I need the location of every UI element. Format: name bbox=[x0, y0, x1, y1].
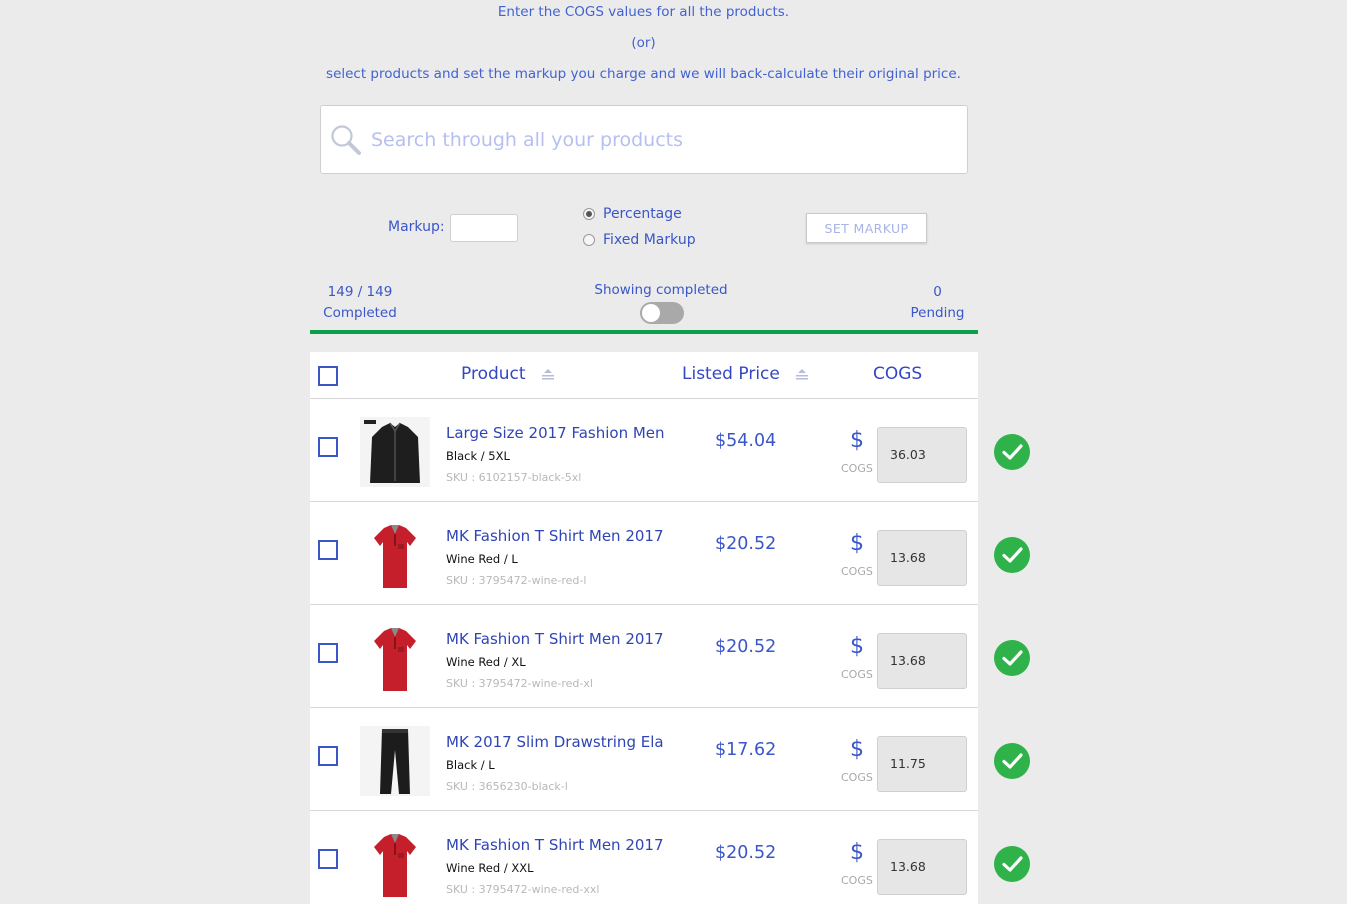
product-image-polo[interactable] bbox=[360, 829, 430, 899]
intro-line-3: select products and set the markup you c… bbox=[326, 66, 961, 82]
check-circle-icon bbox=[994, 434, 1030, 470]
table-row: Large Size 2017 Fashion Men Black / 5XL … bbox=[310, 399, 1030, 502]
completed-count: 149 / 149 bbox=[327, 284, 393, 300]
product-image-pants[interactable] bbox=[360, 726, 430, 796]
row-checkbox[interactable] bbox=[318, 849, 338, 869]
intro-line-2: (or) bbox=[631, 35, 656, 51]
header-product[interactable]: Product bbox=[461, 364, 555, 384]
row-checkbox[interactable] bbox=[318, 540, 338, 560]
product-variant: Wine Red / XXL bbox=[446, 861, 534, 875]
product-variant: Black / 5XL bbox=[446, 449, 510, 463]
radio-button[interactable] bbox=[583, 234, 595, 246]
cogs-input[interactable]: 13.68 bbox=[877, 633, 967, 689]
product-sku: SKU : 3656230-black-l bbox=[446, 780, 568, 793]
header-listed-price[interactable]: Listed Price bbox=[682, 364, 809, 384]
pending-label: Pending bbox=[910, 305, 965, 321]
product-name[interactable]: Large Size 2017 Fashion Men bbox=[446, 424, 665, 442]
header-listed-price-label: Listed Price bbox=[682, 364, 780, 384]
toggle-knob bbox=[642, 304, 660, 322]
product-image-jacket[interactable] bbox=[360, 417, 430, 487]
radio-percentage[interactable]: Percentage bbox=[583, 206, 682, 222]
cogs-input[interactable]: 13.68 bbox=[877, 530, 967, 586]
completed-stat: 149 / 149 Completed bbox=[310, 282, 410, 324]
sort-icon[interactable] bbox=[541, 368, 555, 380]
product-sku: SKU : 3795472-wine-red-xxl bbox=[446, 883, 600, 896]
products-table: Product Listed Price COGS Large Size 201… bbox=[310, 352, 1030, 904]
search-input[interactable] bbox=[371, 120, 951, 160]
completed-label: Completed bbox=[323, 305, 397, 321]
product-sku: SKU : 6102157-black-5xl bbox=[446, 471, 582, 484]
product-name[interactable]: MK Fashion T Shirt Men 2017 bbox=[446, 527, 664, 545]
check-circle-icon bbox=[994, 537, 1030, 573]
cogs-input[interactable]: 36.03 bbox=[877, 427, 967, 483]
listed-price: $20.52 bbox=[715, 534, 777, 554]
product-sku: SKU : 3795472-wine-red-l bbox=[446, 574, 587, 587]
row-checkbox[interactable] bbox=[318, 437, 338, 457]
set-markup-button[interactable]: SET MARKUP bbox=[806, 213, 927, 243]
product-sku: SKU : 3795472-wine-red-xl bbox=[446, 677, 593, 690]
currency-symbol: $ bbox=[850, 737, 864, 762]
cogs-caption: COGS bbox=[841, 668, 873, 681]
search-icon bbox=[331, 125, 361, 155]
table-row: MK Fashion T Shirt Men 2017 Wine Red / X… bbox=[310, 605, 1030, 708]
cogs-caption: COGS bbox=[841, 771, 873, 784]
header-product-label: Product bbox=[461, 364, 526, 384]
currency-symbol: $ bbox=[850, 840, 864, 865]
product-name[interactable]: MK Fashion T Shirt Men 2017 bbox=[446, 836, 664, 854]
toggle-label: Showing completed bbox=[594, 282, 728, 298]
cogs-input[interactable]: 13.68 bbox=[877, 839, 967, 895]
table-row: MK 2017 Slim Drawstring Ela Black / L SK… bbox=[310, 708, 1030, 811]
listed-price: $20.52 bbox=[715, 637, 777, 657]
radio-button-selected[interactable] bbox=[583, 208, 595, 220]
pending-count: 0 bbox=[933, 284, 942, 300]
product-name[interactable]: MK 2017 Slim Drawstring Ela bbox=[446, 733, 664, 751]
markup-input[interactable] bbox=[450, 214, 518, 242]
listed-price: $20.52 bbox=[715, 843, 777, 863]
markup-label: Markup: bbox=[388, 219, 445, 235]
cogs-caption: COGS bbox=[841, 462, 873, 475]
show-completed-toggle[interactable] bbox=[640, 302, 684, 324]
check-circle-icon bbox=[994, 640, 1030, 676]
header-cogs: COGS bbox=[873, 364, 923, 384]
table-row: MK Fashion T Shirt Men 2017 Wine Red / L… bbox=[310, 502, 1030, 605]
check-circle-icon bbox=[994, 846, 1030, 882]
radio-percentage-label: Percentage bbox=[603, 206, 682, 222]
pending-stat: 0 Pending bbox=[895, 282, 980, 324]
progress-bar bbox=[310, 330, 978, 334]
listed-price: $54.04 bbox=[715, 431, 777, 451]
currency-symbol: $ bbox=[850, 531, 864, 556]
currency-symbol: $ bbox=[850, 634, 864, 659]
search-box[interactable] bbox=[320, 105, 968, 174]
product-variant: Wine Red / XL bbox=[446, 655, 526, 669]
sort-icon[interactable] bbox=[795, 368, 809, 380]
select-all-checkbox[interactable] bbox=[318, 366, 338, 386]
product-image-polo[interactable] bbox=[360, 623, 430, 693]
radio-fixed-markup-label: Fixed Markup bbox=[603, 232, 696, 248]
product-image-polo[interactable] bbox=[360, 520, 430, 590]
cogs-caption: COGS bbox=[841, 874, 873, 887]
intro-line-1: Enter the COGS values for all the produc… bbox=[497, 4, 790, 20]
product-name[interactable]: MK Fashion T Shirt Men 2017 bbox=[446, 630, 664, 648]
row-checkbox[interactable] bbox=[318, 643, 338, 663]
cogs-caption: COGS bbox=[841, 565, 873, 578]
currency-symbol: $ bbox=[850, 428, 864, 453]
listed-price: $17.62 bbox=[715, 740, 777, 760]
table-header: Product Listed Price COGS bbox=[310, 352, 978, 399]
radio-fixed-markup[interactable]: Fixed Markup bbox=[583, 232, 696, 248]
table-row: MK Fashion T Shirt Men 2017 Wine Red / X… bbox=[310, 811, 1030, 904]
product-variant: Wine Red / L bbox=[446, 552, 518, 566]
check-circle-icon bbox=[994, 743, 1030, 779]
product-variant: Black / L bbox=[446, 758, 495, 772]
cogs-input[interactable]: 11.75 bbox=[877, 736, 967, 792]
row-checkbox[interactable] bbox=[318, 746, 338, 766]
